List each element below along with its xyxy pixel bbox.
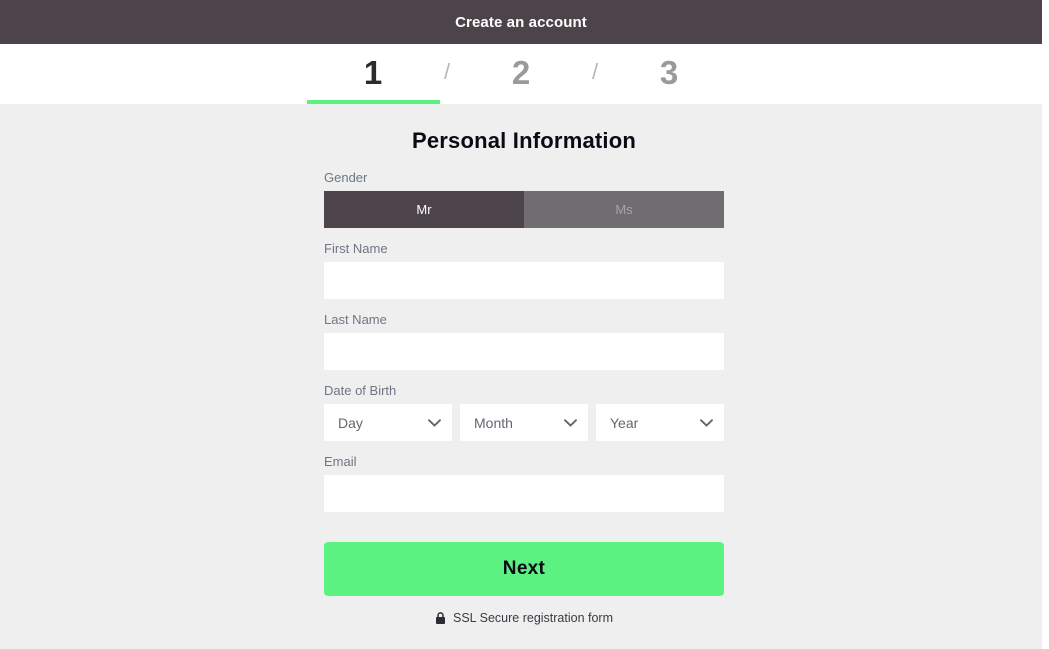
chevron-down-icon bbox=[558, 404, 582, 441]
step-2[interactable]: 2 bbox=[455, 44, 588, 104]
page-viewport: Create an account 1 / 2 / 3 Personal Inf… bbox=[0, 0, 1042, 649]
field-first-name: First Name bbox=[324, 241, 724, 299]
first-name-input[interactable] bbox=[324, 262, 724, 299]
step-3[interactable]: 3 bbox=[603, 44, 736, 104]
vertical-scrollbar[interactable] bbox=[1042, 0, 1049, 649]
field-email: Email bbox=[324, 454, 724, 512]
gender-option-ms[interactable]: Ms bbox=[524, 191, 724, 228]
last-name-input[interactable] bbox=[324, 333, 724, 370]
last-name-label: Last Name bbox=[324, 312, 387, 327]
day-select-value: Day bbox=[338, 414, 363, 431]
field-gender: Gender Mr Ms bbox=[324, 170, 724, 228]
content-area: Personal Information Gender Mr Ms First … bbox=[0, 104, 1042, 649]
year-select-value: Year bbox=[610, 414, 639, 431]
date-of-birth-row: Day Month Year bbox=[324, 404, 724, 441]
step-2-underline bbox=[455, 100, 588, 104]
ssl-note: SSL Secure registration form bbox=[324, 611, 724, 625]
month-select[interactable]: Month bbox=[460, 404, 588, 441]
day-select[interactable]: Day bbox=[324, 404, 452, 441]
field-date-of-birth: Date of Birth Day Month Year bbox=[324, 383, 724, 441]
lock-icon bbox=[435, 611, 446, 625]
registration-form: Personal Information Gender Mr Ms First … bbox=[324, 128, 724, 625]
app-root: Create an account 1 / 2 / 3 Personal Inf… bbox=[0, 0, 1049, 649]
titlebar: Create an account bbox=[0, 0, 1042, 44]
gender-label: Gender bbox=[324, 170, 368, 185]
next-button[interactable]: Next bbox=[324, 542, 724, 596]
step-1-underline bbox=[306, 100, 440, 104]
chevron-down-icon bbox=[422, 404, 446, 441]
field-last-name: Last Name bbox=[324, 312, 724, 370]
first-name-label: First Name bbox=[324, 241, 388, 256]
step-indicator: 1 / 2 / 3 bbox=[0, 44, 1042, 104]
chevron-down-icon bbox=[694, 404, 718, 441]
ssl-note-text: SSL Secure registration form bbox=[452, 611, 614, 625]
email-label: Email bbox=[324, 454, 357, 469]
year-select[interactable]: Year bbox=[596, 404, 724, 441]
step-list: 1 / 2 / 3 bbox=[306, 44, 736, 104]
step-1-label: 1 bbox=[363, 53, 383, 91]
step-3-label: 3 bbox=[659, 53, 679, 91]
month-select-value: Month bbox=[474, 414, 513, 431]
step-2-label: 2 bbox=[511, 53, 531, 91]
date-of-birth-label: Date of Birth bbox=[324, 383, 397, 398]
step-3-underline bbox=[603, 100, 736, 104]
step-1[interactable]: 1 bbox=[306, 44, 440, 104]
form-heading: Personal Information bbox=[411, 128, 637, 153]
email-input[interactable] bbox=[324, 475, 724, 512]
step-separator-1: / bbox=[443, 59, 451, 84]
step-separator-2: / bbox=[591, 59, 599, 84]
gender-toggle: Mr Ms bbox=[324, 191, 724, 228]
page-title: Create an account bbox=[455, 13, 587, 31]
gender-option-mr[interactable]: Mr bbox=[324, 191, 524, 228]
